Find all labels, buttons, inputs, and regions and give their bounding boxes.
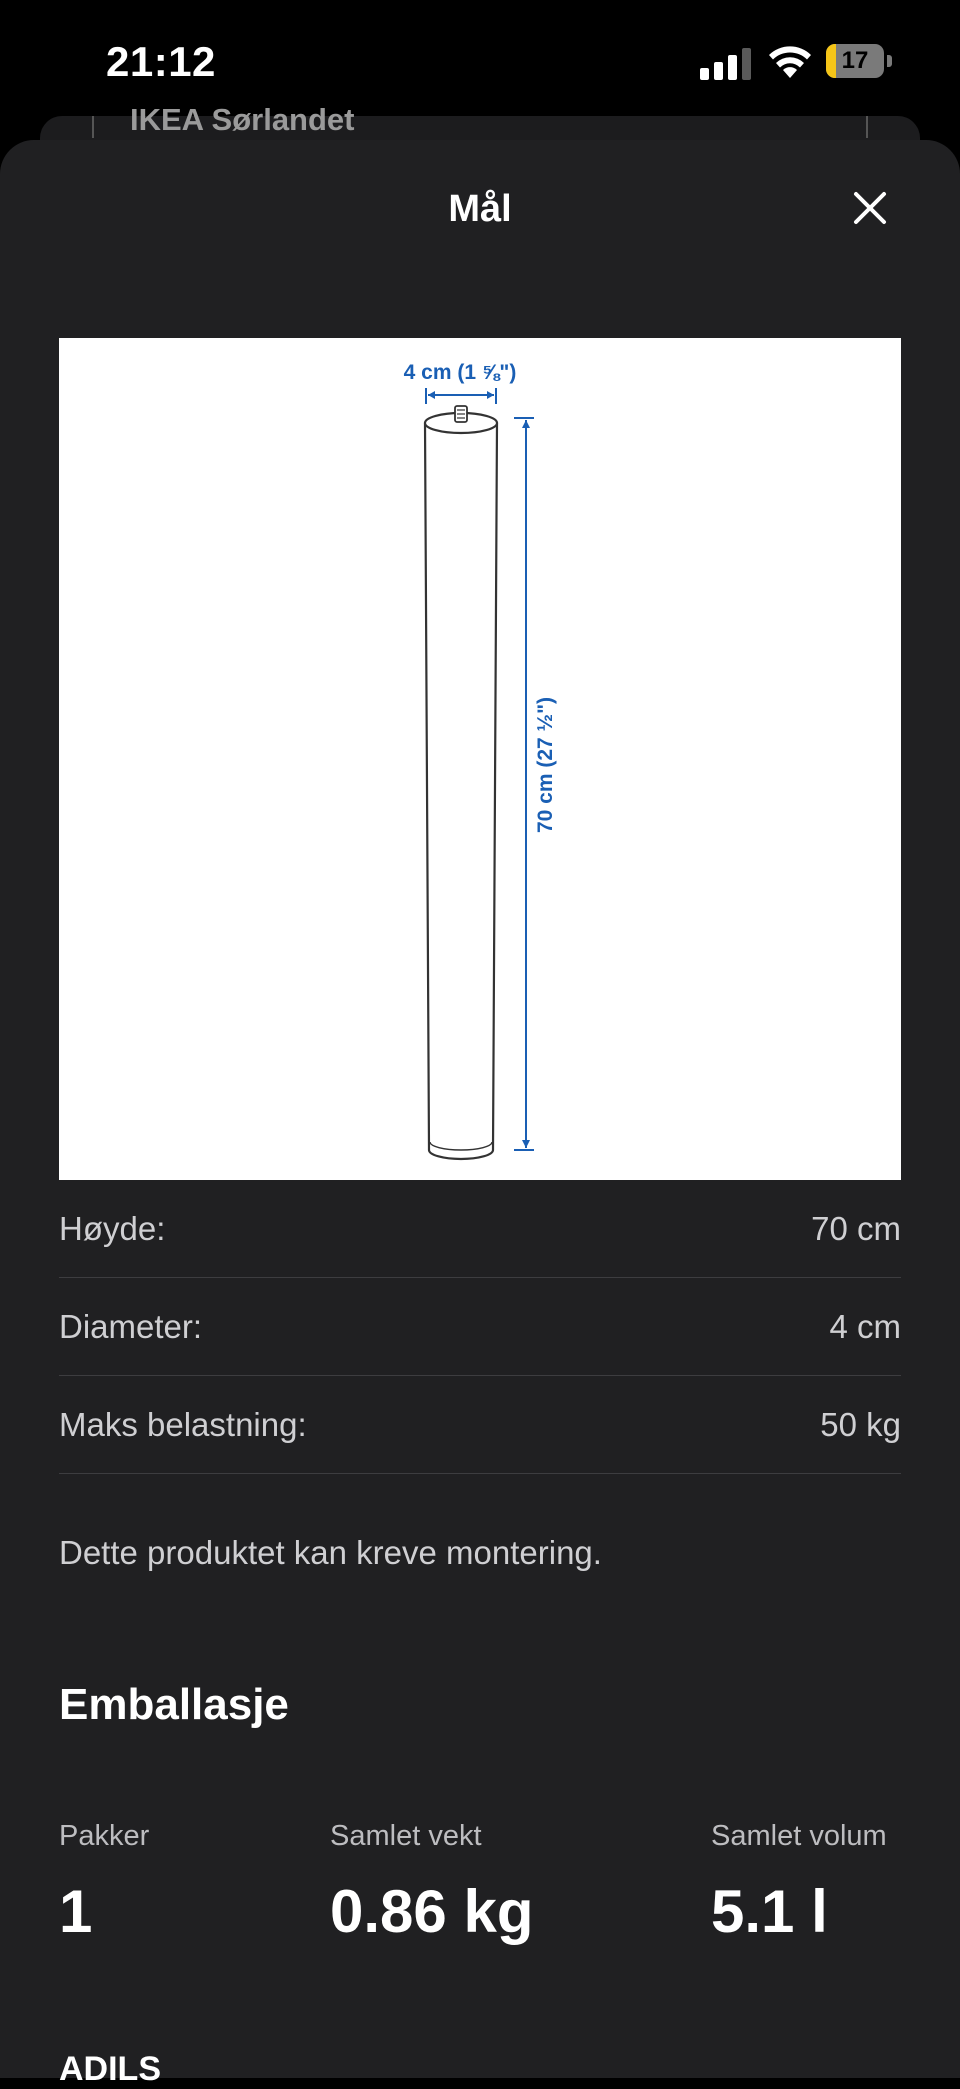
packaging-label: Samlet volum — [711, 1820, 887, 1852]
cellular-signal-icon — [700, 48, 751, 80]
spec-label: Maks belastning: — [59, 1406, 307, 1443]
battery-level: 17 — [841, 47, 869, 74]
packaging-heading: Emballasje — [59, 1680, 289, 1729]
dimension-specs: Høyde: 70 cm Diameter: 4 cm Maks belastn… — [59, 1180, 901, 1474]
battery-icon: 17 — [826, 44, 892, 78]
spec-value: 4 cm — [829, 1308, 901, 1345]
next-section-title: ADILS — [59, 2050, 161, 2088]
dimensions-sheet: Mål 4 cm (1 ⅝") 70 cm (27 ½") Høyde: 70 … — [0, 140, 960, 2088]
assembly-note: Dette produktet kan kreve montering. — [59, 1534, 602, 1571]
status-time: 21:12 — [106, 38, 216, 85]
spec-row-max-load: Maks belastning: 50 kg — [59, 1376, 901, 1474]
diagram-width-label: 4 cm (1 ⅝") — [404, 361, 517, 384]
diagram-height-label: 70 cm (27 ½") — [534, 697, 557, 833]
spec-value: 50 kg — [820, 1406, 901, 1443]
product-dimension-diagram: 4 cm (1 ⅝") 70 cm (27 ½") — [59, 338, 901, 1180]
packaging-packages: Pakker 1 — [59, 1820, 149, 1946]
close-icon[interactable] — [846, 184, 894, 232]
packaging-total-weight: Samlet vekt 0.86 kg — [330, 1820, 533, 1946]
spec-label: Høyde: — [59, 1210, 166, 1247]
packaging-label: Pakker — [59, 1820, 150, 1852]
wifi-icon — [769, 46, 811, 78]
sheet-title: Mål — [448, 188, 512, 230]
spec-row-diameter: Diameter: 4 cm — [59, 1278, 901, 1376]
packaging-value: 0.86 kg — [330, 1878, 534, 1945]
packaging-label: Samlet vekt — [330, 1820, 482, 1852]
store-name: IKEA Sørlandet — [130, 102, 355, 137]
spec-label: Diameter: — [59, 1308, 203, 1345]
spec-value: 70 cm — [811, 1210, 901, 1247]
packaging-value: 1 — [59, 1878, 93, 1945]
packaging-value: 5.1 l — [711, 1878, 828, 1945]
spec-row-height: Høyde: 70 cm — [59, 1180, 901, 1278]
packaging-total-volume: Samlet volum 5.1 l — [711, 1820, 887, 1946]
